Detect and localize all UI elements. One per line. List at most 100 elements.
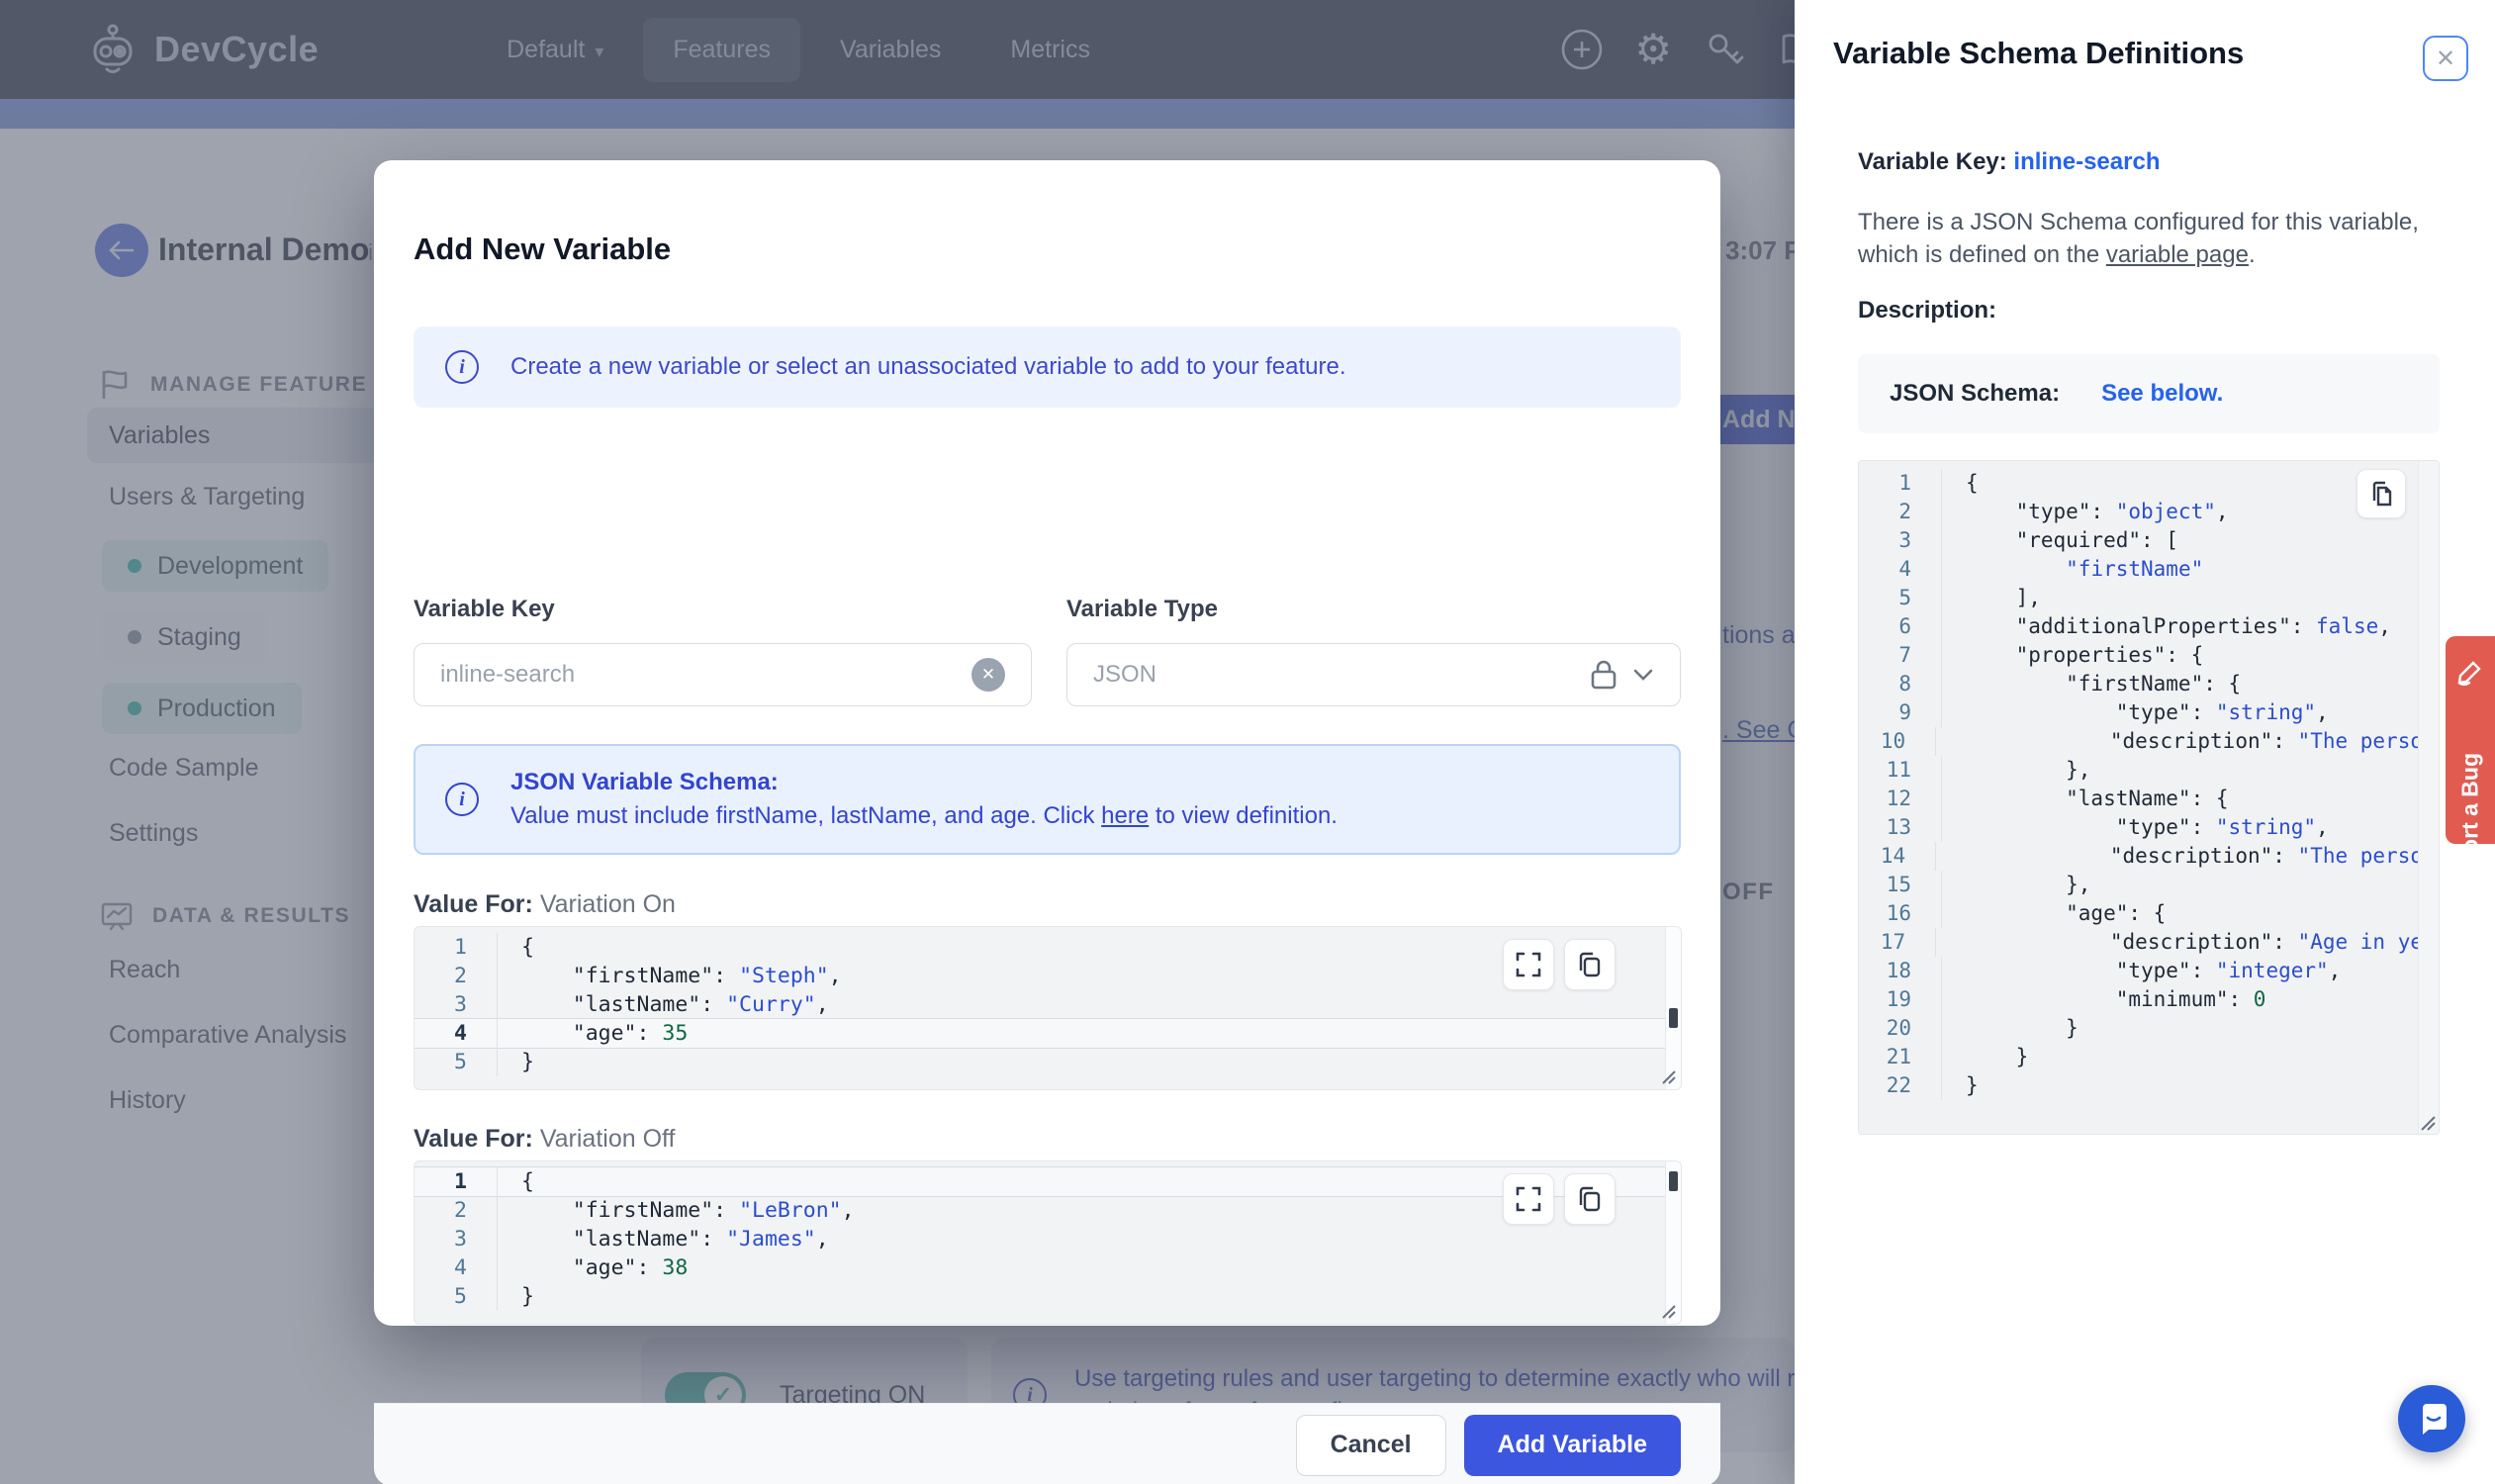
copy-icon — [1579, 1186, 1601, 1212]
line-number: 1 — [415, 1167, 498, 1196]
variation-off-json-editor[interactable]: 1{2 "firstName": "LeBron", 3 "lastName": … — [414, 1160, 1682, 1325]
resize-grip-icon[interactable] — [2417, 1112, 2437, 1132]
resize-grip-icon[interactable] — [1659, 1067, 1677, 1085]
app-root: DevCycle Default▾ Features Variables Met… — [0, 0, 2495, 1484]
schema-notice-body: Value must include firstName, lastName, … — [510, 802, 1338, 829]
code-line: 11 }, — [1859, 756, 2439, 785]
variable-key-value: inline-search — [440, 661, 576, 688]
line-number: 7 — [1859, 641, 1942, 670]
scrollbar-thumb[interactable] — [1669, 1171, 1678, 1191]
json-schema-notice: i JSON Variable Schema: Value must inclu… — [414, 744, 1681, 855]
copy-editor-button[interactable] — [1564, 1173, 1616, 1225]
line-number: 5 — [415, 1282, 498, 1311]
line-number: 3 — [415, 1225, 498, 1253]
code-line: 4 "age": 35 — [415, 1019, 1681, 1048]
code-line: 5} — [415, 1282, 1681, 1311]
line-number: 11 — [1859, 756, 1942, 785]
info-icon: i — [445, 350, 479, 384]
line-number: 8 — [1859, 670, 1942, 698]
variable-key-input[interactable]: inline-search ✕ — [414, 643, 1032, 706]
add-variable-button[interactable]: Add Variable — [1463, 1414, 1681, 1476]
code-line: 15 }, — [1859, 871, 2439, 899]
copy-schema-button[interactable] — [2356, 469, 2406, 518]
line-number: 15 — [1859, 871, 1942, 899]
chat-widget-button[interactable] — [2398, 1385, 2465, 1452]
line-number: 1 — [1859, 469, 1942, 498]
code-line: 6 "additionalProperties": false, — [1859, 612, 2439, 641]
line-number: 14 — [1859, 842, 1937, 871]
expand-icon — [1516, 1186, 1541, 1212]
expand-editor-button[interactable] — [1503, 1173, 1554, 1225]
variable-schema-definitions-panel: Variable Schema Definitions ✕ Variable K… — [1795, 0, 2495, 1484]
code-line: 17 "description": "Age in years wh — [1859, 928, 2439, 957]
code-line: 3 "lastName": "Curry", — [415, 990, 1681, 1019]
close-icon: ✕ — [2435, 45, 2456, 72]
panel-variable-key: Variable Key: inline-search — [1858, 148, 2161, 175]
line-number: 3 — [415, 990, 498, 1019]
line-number: 19 — [1859, 985, 1942, 1014]
modal-title: Add New Variable — [414, 232, 672, 266]
scrollbar-thumb[interactable] — [1669, 1008, 1678, 1028]
code-line: 12 "lastName": { — [1859, 785, 2439, 813]
code-line: 8 "firstName": { — [1859, 670, 2439, 698]
value-for-variation-on-label: Value For: Variation On — [414, 890, 676, 918]
description-label: Description: — [1858, 297, 1997, 324]
line-number: 10 — [1859, 727, 1937, 756]
line-number: 16 — [1859, 899, 1942, 928]
line-number: 5 — [1859, 584, 1942, 612]
schema-notice-title: JSON Variable Schema: — [510, 769, 779, 795]
lock-icon — [1591, 660, 1617, 690]
line-number: 13 — [1859, 813, 1942, 842]
line-number: 22 — [1859, 1071, 1942, 1100]
variable-type-select[interactable]: JSON — [1066, 643, 1681, 706]
cancel-button[interactable]: Cancel — [1295, 1414, 1446, 1476]
line-number: 5 — [415, 1048, 498, 1076]
code-line: 18 "type": "integer", — [1859, 957, 2439, 985]
code-line: 2 "type": "object", — [1859, 498, 2439, 526]
line-number: 2 — [1859, 498, 1942, 526]
see-below-link[interactable]: See below. — [2101, 380, 2223, 408]
code-line: 1{ — [415, 1167, 1681, 1196]
code-line: 2 "firstName": "LeBron", — [415, 1196, 1681, 1225]
code-line: 21 } — [1859, 1043, 2439, 1071]
expand-icon — [1516, 952, 1541, 977]
scrollbar-track[interactable] — [2418, 461, 2439, 1134]
schema-here-link[interactable]: here — [1101, 802, 1149, 829]
info-icon: i — [445, 783, 479, 816]
variable-page-link[interactable]: variable page — [2106, 241, 2249, 268]
json-schema-code-block[interactable]: 1{2 "type": "object", 3 "required": [4 "f… — [1858, 460, 2440, 1135]
line-number: 17 — [1859, 928, 1937, 957]
code-line: 7 "properties": { — [1859, 641, 2439, 670]
code-line: 5 ], — [1859, 584, 2439, 612]
variable-key-link[interactable]: inline-search — [2013, 148, 2160, 175]
code-line: 14 "description": "The person's la — [1859, 842, 2439, 871]
code-line: 4 "age": 38 — [415, 1253, 1681, 1282]
report-a-bug-tab[interactable]: Report a Bug — [2446, 636, 2495, 895]
copy-editor-button[interactable] — [1564, 939, 1616, 990]
variation-on-json-editor[interactable]: 1{2 "firstName": "Steph", 3 "lastName": "… — [414, 926, 1682, 1090]
line-number: 4 — [415, 1253, 498, 1282]
code-line: 3 "lastName": "James", — [415, 1225, 1681, 1253]
line-number: 18 — [1859, 957, 1942, 985]
code-line: 4 "firstName" — [1859, 555, 2439, 584]
value-for-variation-off-label: Value For: Variation Off — [414, 1125, 676, 1153]
resize-grip-icon[interactable] — [1659, 1302, 1677, 1320]
copy-icon — [1579, 952, 1601, 977]
code-line: 1{ — [415, 933, 1681, 962]
close-panel-button[interactable]: ✕ — [2423, 36, 2468, 81]
expand-editor-button[interactable] — [1503, 939, 1554, 990]
clear-input-icon[interactable]: ✕ — [971, 658, 1005, 692]
line-number: 20 — [1859, 1014, 1942, 1043]
code-line: 2 "firstName": "Steph", — [415, 962, 1681, 990]
line-number: 2 — [415, 1196, 498, 1225]
variable-type-value: JSON — [1093, 661, 1157, 688]
pencil-icon — [2457, 661, 2481, 686]
modal-footer: Cancel Add Variable — [374, 1403, 1720, 1484]
chevron-down-icon — [1633, 669, 1653, 681]
code-line: 9 "type": "string", — [1859, 698, 2439, 727]
line-number: 1 — [415, 933, 498, 962]
panel-title: Variable Schema Definitions — [1833, 36, 2245, 70]
scrollbar-track[interactable] — [1665, 1161, 1681, 1324]
line-number: 12 — [1859, 785, 1942, 813]
scrollbar-track[interactable] — [1665, 927, 1681, 1089]
